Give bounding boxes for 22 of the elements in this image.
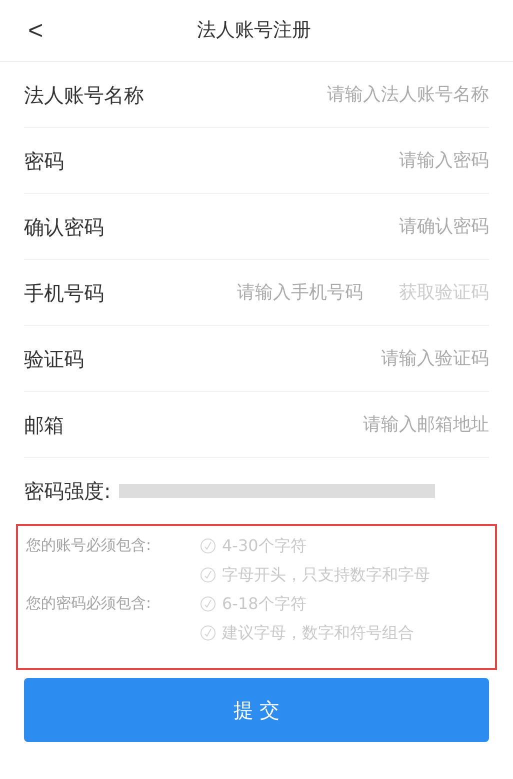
input-field[interactable]: 请输入邮箱地址	[76, 411, 489, 438]
check-circle-icon	[200, 567, 216, 583]
input-field[interactable]: 请输入手机号码	[116, 279, 363, 306]
check-circle-icon	[200, 538, 216, 554]
page-title: 法人账号注册	[197, 18, 312, 44]
check-circle-icon	[200, 596, 216, 612]
input-field[interactable]: 请输入密码	[76, 147, 489, 174]
back-button[interactable]: <	[28, 11, 44, 50]
input-field[interactable]: 请确认密码	[116, 213, 489, 240]
field-label: 手机号码	[24, 280, 104, 306]
field-label: 法人账号名称	[24, 82, 144, 108]
requirement-title: 您的密码必须包含:	[26, 593, 152, 614]
field-label: 确认密码	[24, 214, 104, 240]
field-label: 密码	[24, 148, 64, 174]
input-field[interactable]: 请输入验证码	[96, 345, 489, 372]
field-label: 验证码	[24, 346, 84, 372]
input-field[interactable]: 请输入法人账号名称	[156, 81, 489, 108]
requirement-title: 您的账号必须包含:	[26, 535, 152, 556]
strength-label: 密码强度:	[24, 478, 111, 505]
field-label: 邮箱	[24, 412, 64, 438]
submit-button[interactable]: 提 交	[24, 678, 489, 742]
check-circle-icon	[200, 625, 216, 641]
